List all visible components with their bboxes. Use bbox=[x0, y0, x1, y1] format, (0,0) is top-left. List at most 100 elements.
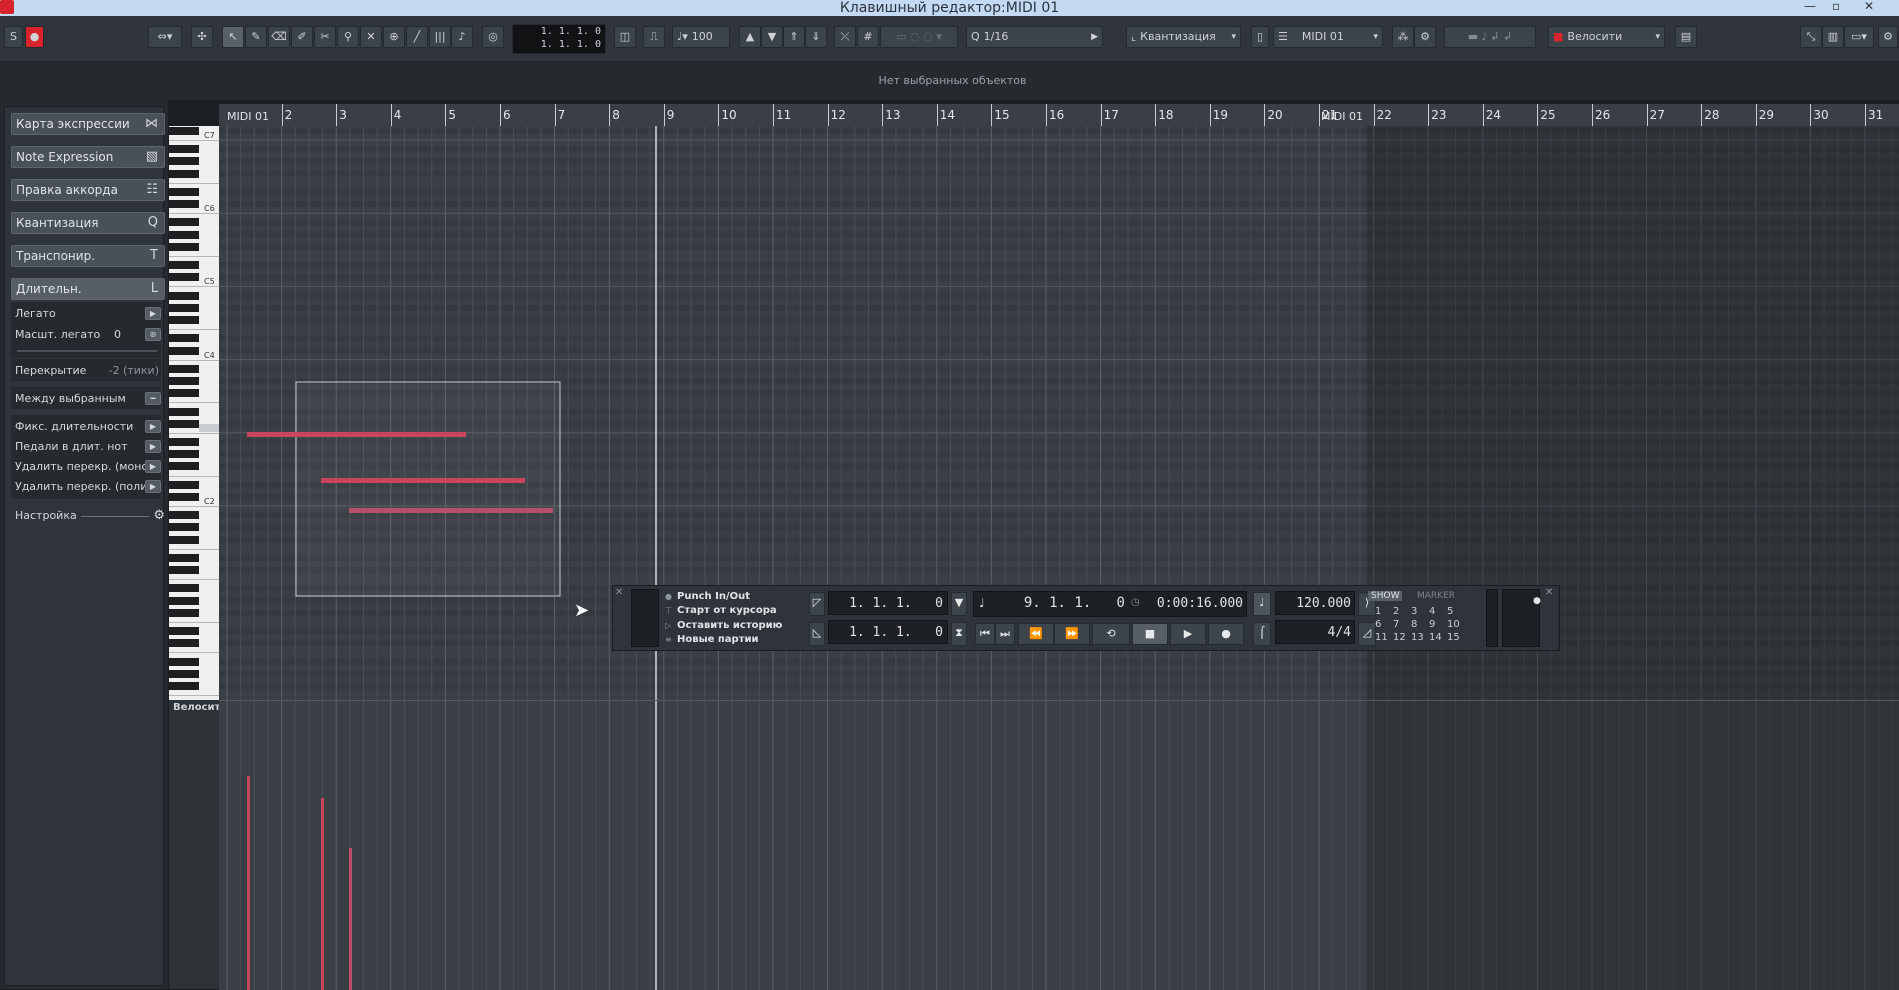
black-key[interactable] bbox=[169, 346, 199, 355]
black-key[interactable] bbox=[169, 407, 199, 416]
section-length[interactable]: Длительн. L bbox=[11, 278, 165, 300]
black-key[interactable] bbox=[169, 438, 199, 446]
line-tool-icon[interactable]: ╱ bbox=[406, 26, 428, 48]
transport-close-icon[interactable]: ✕ bbox=[615, 587, 623, 598]
show-markers-tab[interactable]: SHOW bbox=[1368, 591, 1403, 601]
black-key[interactable] bbox=[169, 553, 199, 562]
midi-input-icon[interactable]: ⚙ bbox=[1414, 26, 1436, 48]
black-key[interactable] bbox=[169, 669, 199, 678]
remove-overlaps-poly-row[interactable]: Удалить перекр. (поли) ▶ bbox=[11, 478, 165, 496]
section-expression-map[interactable]: Карта экспрессии ⋈ bbox=[11, 113, 165, 135]
snap-icon[interactable]: ⤫ bbox=[834, 26, 856, 48]
zoom-tool-icon[interactable]: ⊕ bbox=[383, 26, 405, 48]
tempo-track-icon[interactable]: ♩ bbox=[1253, 592, 1271, 616]
black-key[interactable] bbox=[169, 566, 199, 575]
legato-scale-slider[interactable] bbox=[17, 350, 157, 352]
transform-tool-icon[interactable]: ⇔▾ bbox=[148, 26, 182, 48]
mute-tool-icon[interactable]: ✕ bbox=[360, 26, 382, 48]
apply-icon[interactable]: ▶ bbox=[145, 307, 161, 320]
black-key[interactable] bbox=[169, 273, 199, 282]
between-selected-row[interactable]: Между выбранным ━ bbox=[11, 390, 165, 408]
legato-scale-value[interactable]: 0 bbox=[114, 326, 121, 344]
draw-tool-icon[interactable]: ✎ bbox=[245, 26, 267, 48]
erase-tool-icon[interactable]: ⌫ bbox=[268, 26, 290, 48]
grid-icon[interactable]: # bbox=[857, 26, 879, 48]
rewind-icon[interactable]: ⏪ bbox=[1018, 623, 1054, 645]
lane-controller-dropdown[interactable]: ■ Велосити ▾ bbox=[1548, 26, 1665, 48]
select-tool-icon[interactable]: ↖ bbox=[222, 26, 244, 48]
marker-number-button[interactable]: 3 bbox=[1411, 606, 1417, 617]
black-key[interactable] bbox=[169, 377, 199, 385]
punch-in-out-label[interactable]: Punch In/Out bbox=[677, 591, 750, 602]
black-key[interactable] bbox=[169, 126, 199, 135]
move-down-icon[interactable]: ⇓ bbox=[805, 26, 827, 48]
marker-number-button[interactable]: 2 bbox=[1393, 606, 1399, 617]
marker-number-button[interactable]: 5 bbox=[1447, 606, 1453, 617]
close-icon[interactable]: ✕ bbox=[1864, 0, 1874, 12]
black-key[interactable] bbox=[169, 462, 199, 471]
overlap-value[interactable]: -2 (тики) bbox=[109, 362, 159, 380]
black-key[interactable] bbox=[169, 682, 199, 690]
marker-number-button[interactable]: 14 bbox=[1429, 632, 1442, 643]
legato-row[interactable]: Легато ▶ bbox=[11, 305, 165, 323]
black-key[interactable] bbox=[169, 316, 199, 324]
black-key[interactable] bbox=[169, 492, 199, 501]
ruler[interactable]: MIDI 01 MIDI 01 2 3 4 5 6 7 8 9 10 11 12 13 14 15 16 17… bbox=[219, 104, 1899, 127]
black-key[interactable] bbox=[169, 389, 199, 398]
signature-track-icon[interactable]: ⌠ bbox=[1253, 622, 1271, 646]
black-key[interactable] bbox=[169, 596, 199, 605]
reset-icon[interactable]: ⊛ bbox=[145, 328, 161, 341]
marker-number-button[interactable]: 7 bbox=[1393, 619, 1399, 630]
section-note-expression[interactable]: Note Expression ▧ bbox=[11, 146, 165, 168]
step-input-options[interactable]: ▬ ♩ ↲ ↲ bbox=[1444, 26, 1536, 48]
black-key[interactable] bbox=[169, 627, 199, 636]
nudge-up-icon[interactable]: ▲ bbox=[739, 26, 761, 48]
legato-scale-row[interactable]: Масшт. легато 0 ⊛ bbox=[11, 326, 165, 344]
black-key[interactable] bbox=[169, 230, 199, 239]
go-to-start-icon[interactable]: ⏮ bbox=[975, 623, 995, 645]
record-icon[interactable]: ● bbox=[1208, 623, 1244, 645]
apply-icon[interactable]: ▶ bbox=[145, 460, 161, 473]
black-key[interactable] bbox=[169, 608, 199, 617]
black-key[interactable] bbox=[169, 169, 199, 178]
marker-number-button[interactable]: 8 bbox=[1411, 619, 1417, 630]
position-time-value[interactable]: 0:00:16.000 bbox=[1145, 596, 1243, 611]
trim-tool-icon[interactable]: ✐ bbox=[291, 26, 313, 48]
left-locator-icon[interactable]: ◸ bbox=[809, 592, 825, 616]
black-key[interactable] bbox=[169, 523, 199, 532]
section-quantize[interactable]: Квантизация Q bbox=[11, 212, 165, 234]
position-bars-value[interactable]: 9. 1. 1. 0 bbox=[1013, 595, 1125, 611]
step-input-icon[interactable]: ⁂ bbox=[1392, 26, 1414, 48]
right-locator-value[interactable]: 1. 1. 1. 0 bbox=[835, 625, 943, 640]
auto-scroll-icon[interactable]: ✣ bbox=[191, 26, 213, 48]
right-locator-icon[interactable]: ◺ bbox=[809, 622, 825, 646]
marker-number-button[interactable]: 11 bbox=[1375, 632, 1388, 643]
new-parts-label[interactable]: Новые партии bbox=[677, 634, 759, 645]
settings-gear-icon[interactable]: ⚙ bbox=[1878, 26, 1898, 48]
black-key[interactable] bbox=[169, 261, 199, 270]
insert-velocity-toggle-icon[interactable]: ⎍ bbox=[643, 26, 665, 48]
independent-track-loop-icon[interactable]: ◫ bbox=[614, 26, 636, 48]
maximize-icon[interactable]: ▫ bbox=[1832, 0, 1840, 12]
black-key[interactable] bbox=[169, 450, 199, 459]
settings-gear-icon[interactable]: ⚙ bbox=[153, 507, 165, 525]
black-key[interactable] bbox=[169, 145, 199, 154]
play-icon[interactable]: ▶ bbox=[1170, 623, 1206, 645]
section-chord-editing[interactable]: Правка аккорда ☷ bbox=[11, 179, 165, 201]
apply-icon[interactable]: ▶ bbox=[145, 420, 161, 433]
black-key[interactable] bbox=[169, 364, 199, 373]
keep-history-label[interactable]: Оставить историю bbox=[677, 620, 782, 631]
edit-active-part-icon[interactable]: ▯ bbox=[1251, 26, 1269, 48]
tempo-value[interactable]: 120.000 bbox=[1277, 596, 1351, 611]
fast-forward-icon[interactable]: ⏩ bbox=[1054, 623, 1090, 645]
drumstick-tool-icon[interactable]: ||| bbox=[429, 26, 451, 48]
locator-down-icon[interactable]: ▼ bbox=[951, 592, 967, 616]
window-zone-icon[interactable]: ▭▾ bbox=[1844, 26, 1874, 48]
black-key[interactable] bbox=[169, 535, 199, 544]
signature-value[interactable]: 4/4 bbox=[1277, 625, 1351, 640]
colors-menu-icon[interactable]: ▤ bbox=[1675, 26, 1697, 48]
velocity-lane-canvas[interactable] bbox=[219, 701, 1899, 990]
show-info-icon[interactable]: ◎ bbox=[482, 26, 504, 48]
part-selector-dropdown[interactable]: ☰ MIDI 01 ▾ bbox=[1273, 26, 1383, 48]
marker-number-button[interactable]: 10 bbox=[1447, 619, 1460, 630]
